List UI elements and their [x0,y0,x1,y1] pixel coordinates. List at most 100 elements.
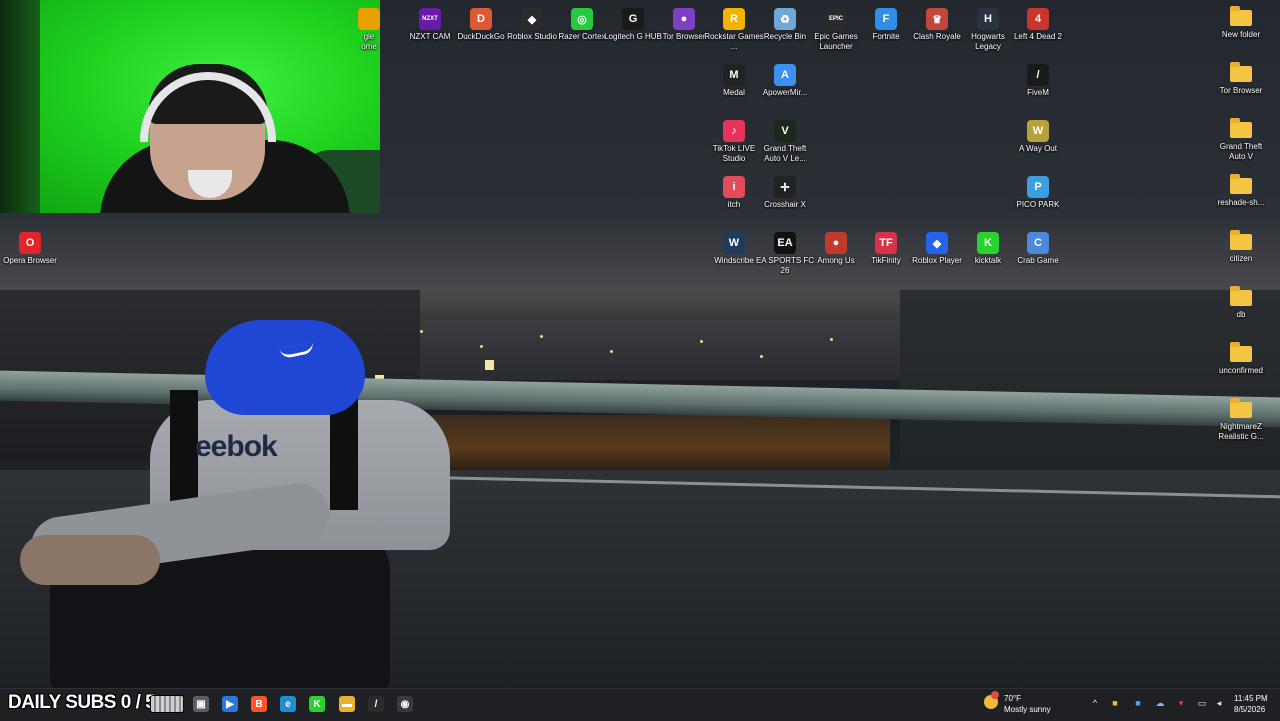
tor1-icon: ● [673,8,695,30]
cloud-icon[interactable]: ☁ [1155,698,1165,708]
taskbar-app-blue-icon[interactable]: ▶ [222,696,238,712]
desktop-folder-nightmarez[interactable]: NightmareZ Realistic G... [1211,394,1271,442]
desktop-folder-citizen[interactable]: citizen [1211,226,1271,264]
city-light [610,350,613,353]
tikfinity-icon: TF [875,232,897,254]
city-light [540,335,543,338]
desktop-folder-reshade[interactable]: reshade-sh... [1211,170,1271,208]
taskbar-edge-icon[interactable]: e [280,696,296,712]
tray-app-icon[interactable]: ■ [1110,698,1120,708]
desktop-icon-label: gle ome [361,32,377,51]
clock-date[interactable]: 8/5/2026 [1234,705,1265,714]
desktop-folder-label: db [1236,310,1246,319]
desktop-icon-label: PICO PARK [1016,200,1060,209]
recycle-icon: ♻ [774,8,796,30]
desktop-icon-label: Crosshair X [764,200,806,209]
robloxplayer-icon: ◆ [926,232,948,254]
folder-icon [1230,286,1252,306]
weather-alert-badge [991,691,999,699]
desktop-icon-opera[interactable]: O Opera Browser [0,226,60,266]
rockstar-icon: R [723,8,745,30]
weather-temperature[interactable]: 70°F [1004,694,1021,703]
taskbar-terminal-icon[interactable]: / [368,696,384,712]
desktop-icon-label: Crab Game [1017,256,1059,265]
chrome-icon [358,8,380,30]
desktop-icon-awayout[interactable]: W A Way Out [1008,114,1068,154]
folder-icon [1230,342,1252,362]
taskbar-brave-icon[interactable]: B [251,696,267,712]
amongus-icon: ● [825,232,847,254]
microphone-icon[interactable]: ▾ [1176,698,1186,708]
webcam-background-left [0,0,40,213]
desktop-icon-gtav[interactable]: V Grand Theft Auto V Le... [755,114,815,164]
picopark-icon: P [1027,176,1049,198]
hogwarts-icon: H [977,8,999,30]
folder-icon [1230,398,1252,418]
desktop-folder-new-folder[interactable]: New folder [1211,2,1271,40]
l4d2-icon: 4 [1027,8,1049,30]
tray-app-icon[interactable]: ■ [1133,698,1143,708]
desktop-folder-label: NightmareZ Realistic G... [1218,422,1264,441]
chevron-up-icon[interactable]: ^ [1090,698,1100,708]
display-icon[interactable]: ▭ [1197,698,1207,708]
taskbar-folder-icon[interactable]: ▬ [339,696,355,712]
fortnite-icon: F [875,8,897,30]
nzxt-icon: NZXT [419,8,441,30]
fivem-icon: / [1027,64,1049,86]
awayout-icon: W [1027,120,1049,142]
webcam-overlay [0,0,380,213]
desktop-icon-picopark[interactable]: P PICO PARK [1008,170,1068,210]
lit-field [430,415,890,470]
desktop-icon-label: Opera Browser [3,256,57,265]
desktop-folder-label: citizen [1229,254,1253,263]
taskbar [0,688,1280,721]
desktop-icon-crosshair[interactable]: ✛ Crosshair X [755,170,815,210]
medal-icon: M [723,64,745,86]
desktop-folder-db[interactable]: db [1211,282,1271,320]
desktop-icon-crabgame[interactable]: C Crab Game [1008,226,1068,266]
desktop-folder-label: reshade-sh... [1217,198,1265,207]
desktop-folder-label: Grand Theft Auto V [1219,142,1263,161]
windscribe-icon: W [723,232,745,254]
volume-icon[interactable]: ◂ [1214,698,1224,708]
desktop-icon-label: ApowerMir... [762,88,808,97]
desktop-folder-label: unconfirmed [1218,366,1264,375]
desktop-icon-label: FiveM [1027,88,1049,97]
desktop-icon-label: A Way Out [1019,144,1057,153]
wallpaper-person: eebok [20,320,450,688]
daily-subs-counter: DAILY SUBS 0 / 5 [8,692,156,713]
taskbar-obs-icon[interactable]: ◉ [397,696,413,712]
desktop-folder-tor-folder[interactable]: Tor Browser [1211,58,1271,96]
subs-progress-bar [150,695,184,713]
taskbar-kick-icon[interactable]: K [309,696,325,712]
lit-window [485,360,494,370]
desktop-icon-apowermirror[interactable]: A ApowerMir... [755,58,815,98]
clock-time[interactable]: 11:45 PM [1234,694,1268,703]
folder-icon [1230,118,1252,138]
crabgame-icon: C [1027,232,1049,254]
duckduckgo-icon: D [470,8,492,30]
desktop-icon-fivem[interactable]: / FiveM [1008,58,1068,98]
folder-icon [1230,174,1252,194]
gtav-icon: V [774,120,796,142]
desktop-folder-unconfirmed[interactable]: unconfirmed [1211,338,1271,376]
weather-condition[interactable]: Mostly sunny [1004,705,1051,714]
desktop-icon-chrome[interactable]: gle ome [354,2,384,52]
taskbar-file-explorer-small-icon[interactable]: ▣ [193,696,209,712]
roblox-studio-icon: ◆ [521,8,543,30]
crosshair-icon: ✛ [774,176,796,198]
city-light [760,355,763,358]
logitech-icon: G [622,8,644,30]
easports-icon: EA [774,232,796,254]
city-light [480,345,483,348]
apowermirror-icon: A [774,64,796,86]
desktop-icon-label: Left 4 Dead 2 [1013,32,1063,41]
desktop-icon-l4d2[interactable]: 4 Left 4 Dead 2 [1008,2,1068,42]
folder-icon [1230,6,1252,26]
desktop-folder-gtav-folder[interactable]: Grand Theft Auto V [1211,114,1271,162]
kicktalk-icon: K [977,232,999,254]
shirt-logo: eebok [195,430,278,463]
epic-icon: EPIC [825,8,847,30]
desktop-folder-label: New folder [1221,30,1261,39]
opera-icon: O [19,232,41,254]
